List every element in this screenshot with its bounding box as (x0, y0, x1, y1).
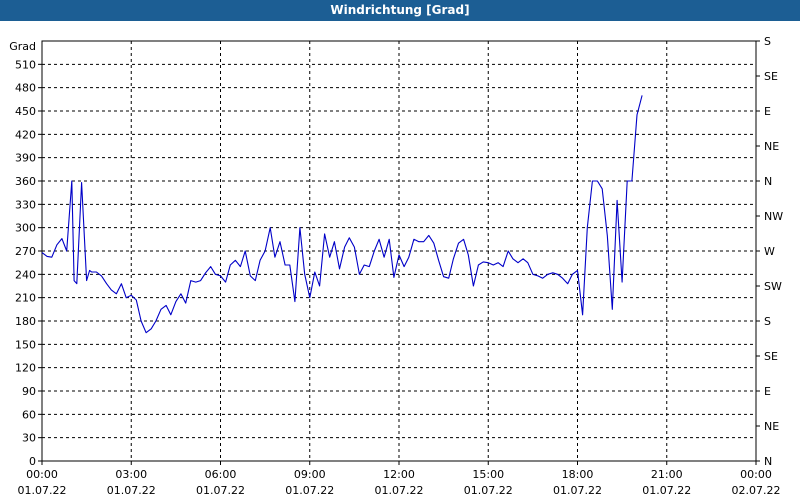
right-axis-label: N (764, 455, 772, 468)
y-tick-label: 390 (15, 152, 36, 165)
y-tick-label: 330 (15, 198, 36, 211)
x-tick-date: 01.07.22 (375, 484, 424, 497)
x-tick-date: 01.07.22 (18, 484, 67, 497)
y-tick-label: 30 (22, 432, 36, 445)
x-tick-time: 06:00 (205, 468, 237, 481)
y-tick-label: 120 (15, 362, 36, 375)
chart-title: Windrichtung [Grad] (0, 0, 800, 21)
y-tick-label: 360 (15, 175, 36, 188)
x-tick-date: 01.07.22 (464, 484, 513, 497)
x-tick-time: 03:00 (115, 468, 147, 481)
x-tick-date: 01.07.22 (196, 484, 245, 497)
y-tick-label: 510 (15, 58, 36, 71)
x-tick-time: 09:00 (294, 468, 326, 481)
y-tick-label: 90 (22, 385, 36, 398)
y-tick-label: 240 (15, 268, 36, 281)
right-axis-label: E (764, 105, 771, 118)
y-tick-label: 300 (15, 222, 36, 235)
y-tick-label: 180 (15, 315, 36, 328)
y-axis-label: Grad (9, 40, 36, 53)
right-axis-label: NE (764, 420, 779, 433)
right-axis-label: SE (764, 70, 778, 83)
y-tick-label: 60 (22, 408, 36, 421)
y-tick-label: 210 (15, 292, 36, 305)
x-tick-time: 00:00 (740, 468, 772, 481)
x-tick-time: 18:00 (562, 468, 594, 481)
x-tick-date: 02.07.22 (732, 484, 781, 497)
right-axis-label: S (764, 315, 771, 328)
right-axis-label: S (764, 35, 771, 48)
y-tick-label: 420 (15, 128, 36, 141)
wind-direction-chart: 0 30 60 90 120 150 180 210 240 270 300 330 360 390 420… (9, 35, 783, 497)
right-axis-label: NW (764, 210, 783, 223)
x-tick-date: 01.07.22 (642, 484, 691, 497)
x-tick-date: 01.07.22 (285, 484, 334, 497)
y-tick-label: 150 (15, 338, 36, 351)
right-axis-label: E (764, 385, 771, 398)
x-tick-date: 01.07.22 (553, 484, 602, 497)
right-axis-label: NE (764, 140, 779, 153)
y-tick-label: 0 (29, 455, 36, 468)
x-tick-time: 15:00 (472, 468, 504, 481)
y-tick-label: 270 (15, 245, 36, 258)
right-axis-label: W (764, 245, 775, 258)
y-tick-label: 450 (15, 105, 36, 118)
right-axis-label: SE (764, 350, 778, 363)
x-tick-date: 01.07.22 (107, 484, 156, 497)
right-axis-label: N (764, 175, 772, 188)
y-tick-label: 480 (15, 82, 36, 95)
right-axis-label: SW (764, 280, 782, 293)
x-tick-time: 12:00 (383, 468, 415, 481)
x-tick-time: 21:00 (651, 468, 683, 481)
x-tick-time: 00:00 (26, 468, 58, 481)
